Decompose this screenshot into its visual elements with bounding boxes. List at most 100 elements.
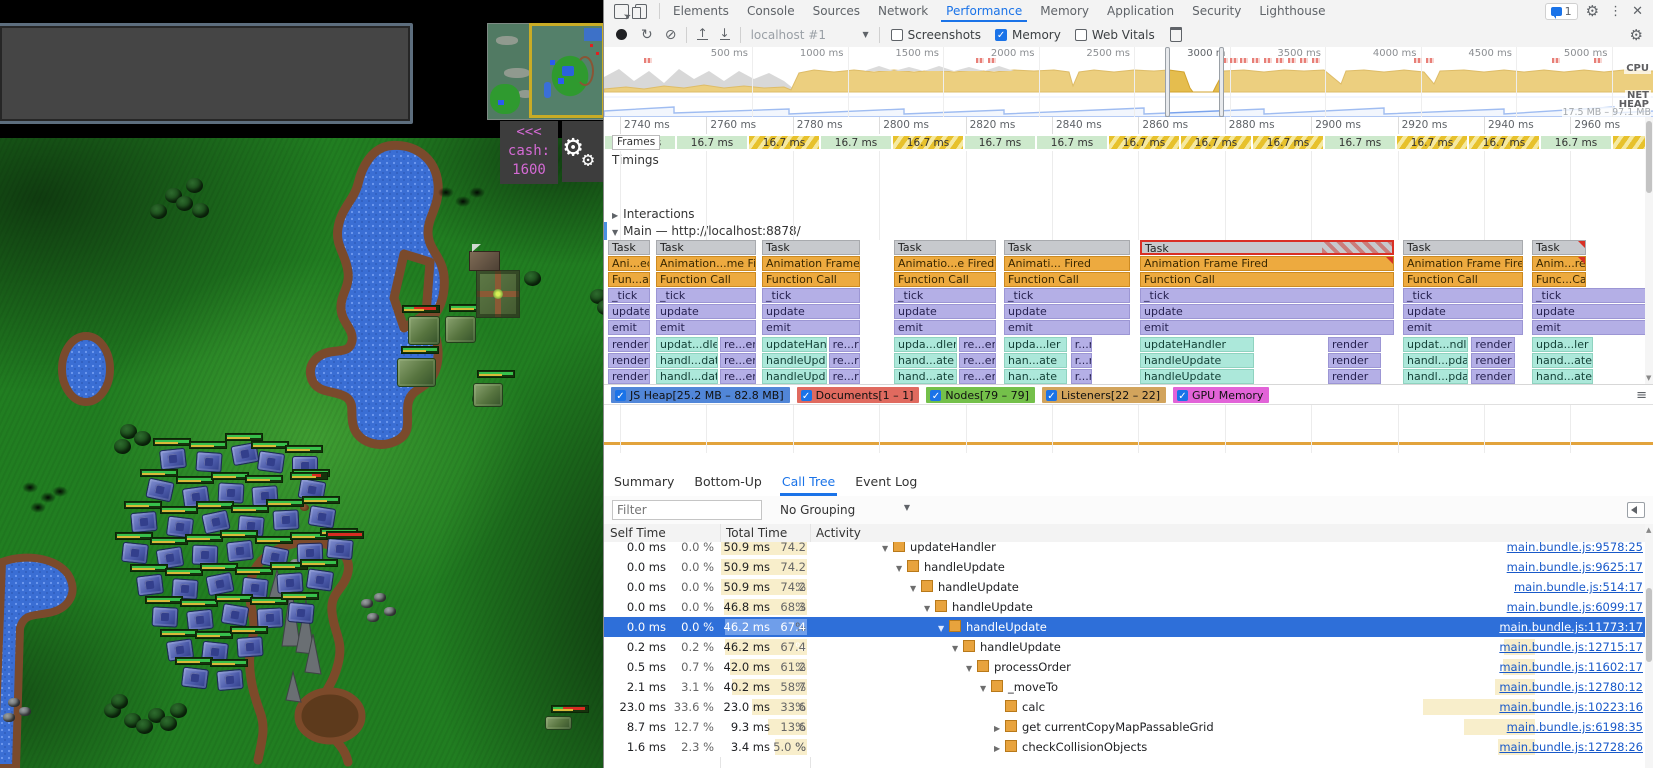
window-handle-right[interactable] [1219,47,1224,117]
flame-reer[interactable]: re...er [720,353,756,368]
flame-reer[interactable]: re...er [959,369,996,384]
tree-twistie-icon[interactable]: ▼ [966,659,977,679]
flame-function-call[interactable]: Function Call [1403,272,1523,287]
reload-record-icon[interactable]: ↻ [641,28,653,42]
flame-emit[interactable]: emit [1140,320,1394,335]
flame-task[interactable]: Task [894,240,996,255]
tree-twistie-icon[interactable]: ▼ [910,579,921,599]
tab-console[interactable]: Console [738,0,804,22]
flame-tick[interactable]: _tick [762,288,860,303]
settings-gear-icon[interactable]: ⚙ [1586,4,1599,19]
source-link[interactable]: main.bundle.js:9578:25 [1507,542,1643,557]
source-link[interactable]: main.bundle.js:12715:17 [1499,637,1643,657]
flame-updatndler[interactable]: updat...ndler [1403,337,1468,352]
calltree-row[interactable]: 0.0 ms0.0 %50.9 ms74.2 %▼handleUpdatemai… [604,557,1653,577]
frame-cell[interactable]: 16.7 ms [1324,135,1396,150]
unit-blue-tank[interactable] [136,573,164,596]
unit-blue-tank[interactable] [306,568,335,591]
flame-reer[interactable]: re...er [959,353,996,368]
tab-summary[interactable]: Summary [604,474,684,496]
source-link[interactable]: main.bundle.js:10223:16 [1499,697,1643,717]
calltree-row[interactable]: 2.1 ms3.1 %40.2 ms58.7 %▼_moveTomain.bun… [604,677,1653,697]
build-queue-panel[interactable] [0,23,413,124]
frame-cell[interactable]: 16.7 ms [1540,135,1612,150]
unit-blue-tank[interactable] [287,602,315,624]
trash-icon[interactable] [1170,27,1182,42]
flame-scrollbar[interactable]: ▼ [1645,117,1653,384]
flame-tick[interactable]: _tick [1532,288,1650,303]
filter-input[interactable] [612,500,762,520]
flame-animation-frame-fired[interactable]: Anim...red [1532,256,1586,271]
load-profile-icon[interactable]: ↑ [697,29,707,40]
flame-emit[interactable]: emit [894,320,996,335]
counter-toggle-nodes[interactable]: ✓Nodes[79 – 79] [926,387,1035,403]
settings-button[interactable]: ⚙ ⚙ [562,121,603,182]
flame-animation-frame-fired[interactable]: Animati... Fired [1004,256,1130,271]
flame-render[interactable]: render [1328,369,1381,384]
frame-cell[interactable]: 16.7 ms [1396,135,1468,150]
tab-performance[interactable]: Performance [937,0,1031,22]
memory-counters-chart[interactable] [604,404,1653,453]
flame-task[interactable]: Task [762,240,860,255]
tab-event-log[interactable]: Event Log [845,474,927,496]
flame-update[interactable]: update [608,304,650,319]
flame-animation-frame-fired[interactable]: Ani...ed [608,256,650,271]
tab-security[interactable]: Security [1183,0,1250,22]
unit-blue-tank[interactable] [186,609,214,632]
source-link[interactable]: main.bundle.js:6198:35 [1507,717,1643,737]
record-button[interactable] [616,29,627,40]
flame-update[interactable]: update [894,304,996,319]
flame-tick[interactable]: _tick [1140,288,1394,303]
flame-updatehandler[interactable]: updateHandler [762,337,827,352]
flame-function-call[interactable]: Fun...all [608,272,650,287]
unit-blue-tank[interactable] [276,572,303,594]
source-link[interactable]: main.bundle.js:12728:26 [1499,737,1643,757]
frame-cell[interactable]: 16.7 ms [964,135,1036,150]
checkbox-memory[interactable]: ✓Memory [995,28,1061,42]
frame-cell[interactable]: 16.7 ms [1468,135,1540,150]
counter-toggle-documents[interactable]: ✓Documents[1 – 1] [797,387,920,403]
source-link[interactable]: main.bundle.js:514:17 [1514,577,1643,597]
flame-render[interactable]: render [1471,369,1514,384]
unit-blue-tank[interactable] [326,538,354,560]
unit-blue-tank[interactable] [205,572,234,597]
frame-cell[interactable]: 16.7 ms [1036,135,1108,150]
flame-render[interactable]: render [1471,337,1514,352]
flame-animation-frame-fired[interactable]: Animation Frame Fired [1403,256,1523,271]
calltree-row[interactable]: 0.2 ms0.2 %46.2 ms67.4 %▼handleUpdatemai… [604,637,1653,657]
flame-hanate[interactable]: han...ate [1004,369,1067,384]
flame-updatdler[interactable]: updat...dler [656,337,718,352]
flame-tick[interactable]: _tick [608,288,650,303]
unit-green-vehicle[interactable] [408,316,440,345]
flame-update[interactable]: update [1140,304,1394,319]
flame-task[interactable]: Task [1403,240,1523,255]
frame-cell[interactable]: 16.7 ms [1252,135,1324,150]
flame-tick[interactable]: _tick [656,288,756,303]
flame-function-call[interactable]: Func...Call [1532,272,1586,287]
source-link[interactable]: main.bundle.js:11602:17 [1499,657,1643,677]
kebab-menu-icon[interactable]: ⋮ [1609,5,1622,18]
calltree-row[interactable]: 23.0 ms33.6 %23.0 ms33.6 %calcmain.bundl… [604,697,1653,717]
flame-function-call[interactable]: Function Call [894,272,996,287]
tree-twistie-icon[interactable]: ▼ [882,542,893,557]
flame-animation-frame-fired[interactable]: Animation Frame Fired [762,256,860,271]
flame-update[interactable]: update [1403,304,1523,319]
flame-handleupdate[interactable]: handleUpdate [1140,369,1254,384]
checkbox-screenshots[interactable]: Screenshots [891,28,981,42]
flame-handlpdate[interactable]: handl...pdate [1403,369,1468,384]
flame-animation-frame-fired[interactable]: Animation Frame Fired [1140,256,1394,271]
flame-reer[interactable]: re...er [720,337,756,352]
flame-task[interactable]: Task [1004,240,1130,255]
tab-call-tree[interactable]: Call Tree [772,474,845,496]
unit-green-vehicle[interactable] [445,316,476,343]
tab-lighthouse[interactable]: Lighthouse [1250,0,1334,22]
col-self-time[interactable]: Self Time [610,526,666,540]
flame-handate[interactable]: hand...ate [1532,369,1593,384]
show-sidebar-icon[interactable] [1627,502,1645,518]
calltree-row[interactable]: 1.6 ms2.3 %3.4 ms5.0 %▶checkCollisionObj… [604,737,1653,757]
flame-handate[interactable]: hand...ate [894,369,957,384]
flame-task[interactable]: Task [656,240,756,255]
tab-bottom-up[interactable]: Bottom-Up [684,474,771,496]
unit-blue-tank[interactable] [308,505,337,529]
calltree-row[interactable]: 0.0 ms0.0 %50.9 ms74.2 %▼updateHandlerma… [604,542,1653,557]
